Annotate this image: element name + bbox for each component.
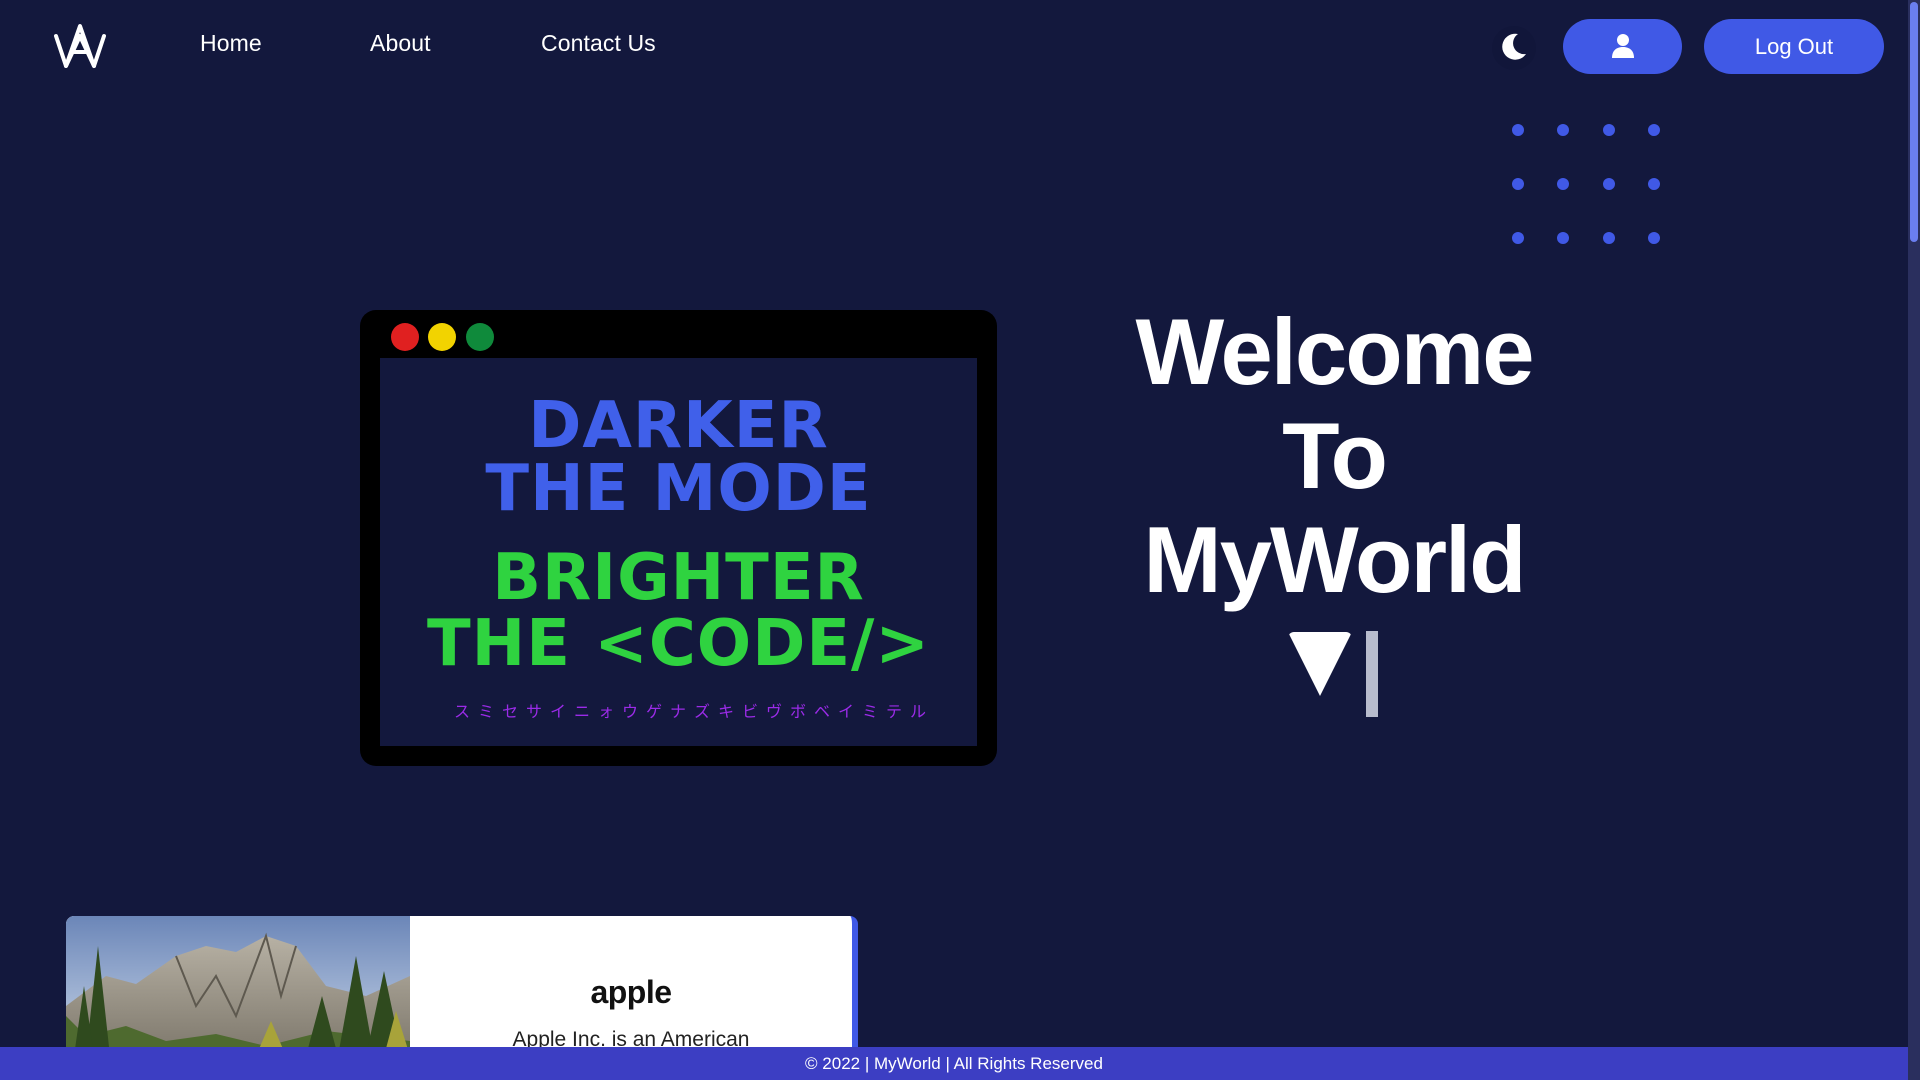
headline-darker: DARKER [528,389,829,463]
katakana-text: スミセサイニォウゲナズキビヴボベイミテル [454,702,935,721]
logout-button[interactable]: Log Out [1704,19,1884,74]
headline-brighter: BRIGHTER [492,541,865,615]
welcome-line-3: MyWorld [1143,507,1526,612]
moon-icon [1502,33,1526,60]
profile-button[interactable] [1563,19,1682,74]
nav-link-contact-us[interactable]: Contact Us [541,30,656,57]
nav-link-home[interactable]: Home [200,30,262,57]
navbar: Home About Contact Us Log Out [0,0,1908,92]
window-maximize-dot [466,323,494,351]
user-icon [1612,34,1634,58]
footer: © 2022 | MyWorld | All Rights Reserved [0,1047,1908,1080]
text-cursor [1366,631,1378,717]
card-title: apple [590,974,672,1010]
down-triangle-icon [1288,632,1352,696]
window-close-dot [391,323,419,351]
dot-grid-decoration [1512,124,1672,244]
headline-the-code: THE <CODE/> [426,607,931,681]
article-card[interactable]: apple Apple Inc. is an American [66,916,858,1056]
card-image [66,916,410,1056]
welcome-heading: Welcome To MyWorld [1080,300,1588,612]
theme-toggle-button[interactable] [1492,26,1536,70]
code-window-illustration: DARKER THE MODE BRIGHTER THE <CODE/> スミセ… [360,310,997,766]
myworld-logo-icon[interactable] [52,22,108,70]
scrollbar-thumb[interactable] [1910,2,1918,242]
window-minimize-dot [428,323,456,351]
welcome-line-1: Welcome [1135,299,1535,404]
code-screen: DARKER THE MODE BRIGHTER THE <CODE/> スミセ… [380,358,977,746]
page-scrollbar[interactable] [1908,0,1920,1080]
typing-indicator [1288,628,1408,718]
welcome-line-2: To [1282,403,1388,508]
nav-link-about[interactable]: About [370,30,431,57]
headline-the-mode: THE MODE [485,452,872,526]
